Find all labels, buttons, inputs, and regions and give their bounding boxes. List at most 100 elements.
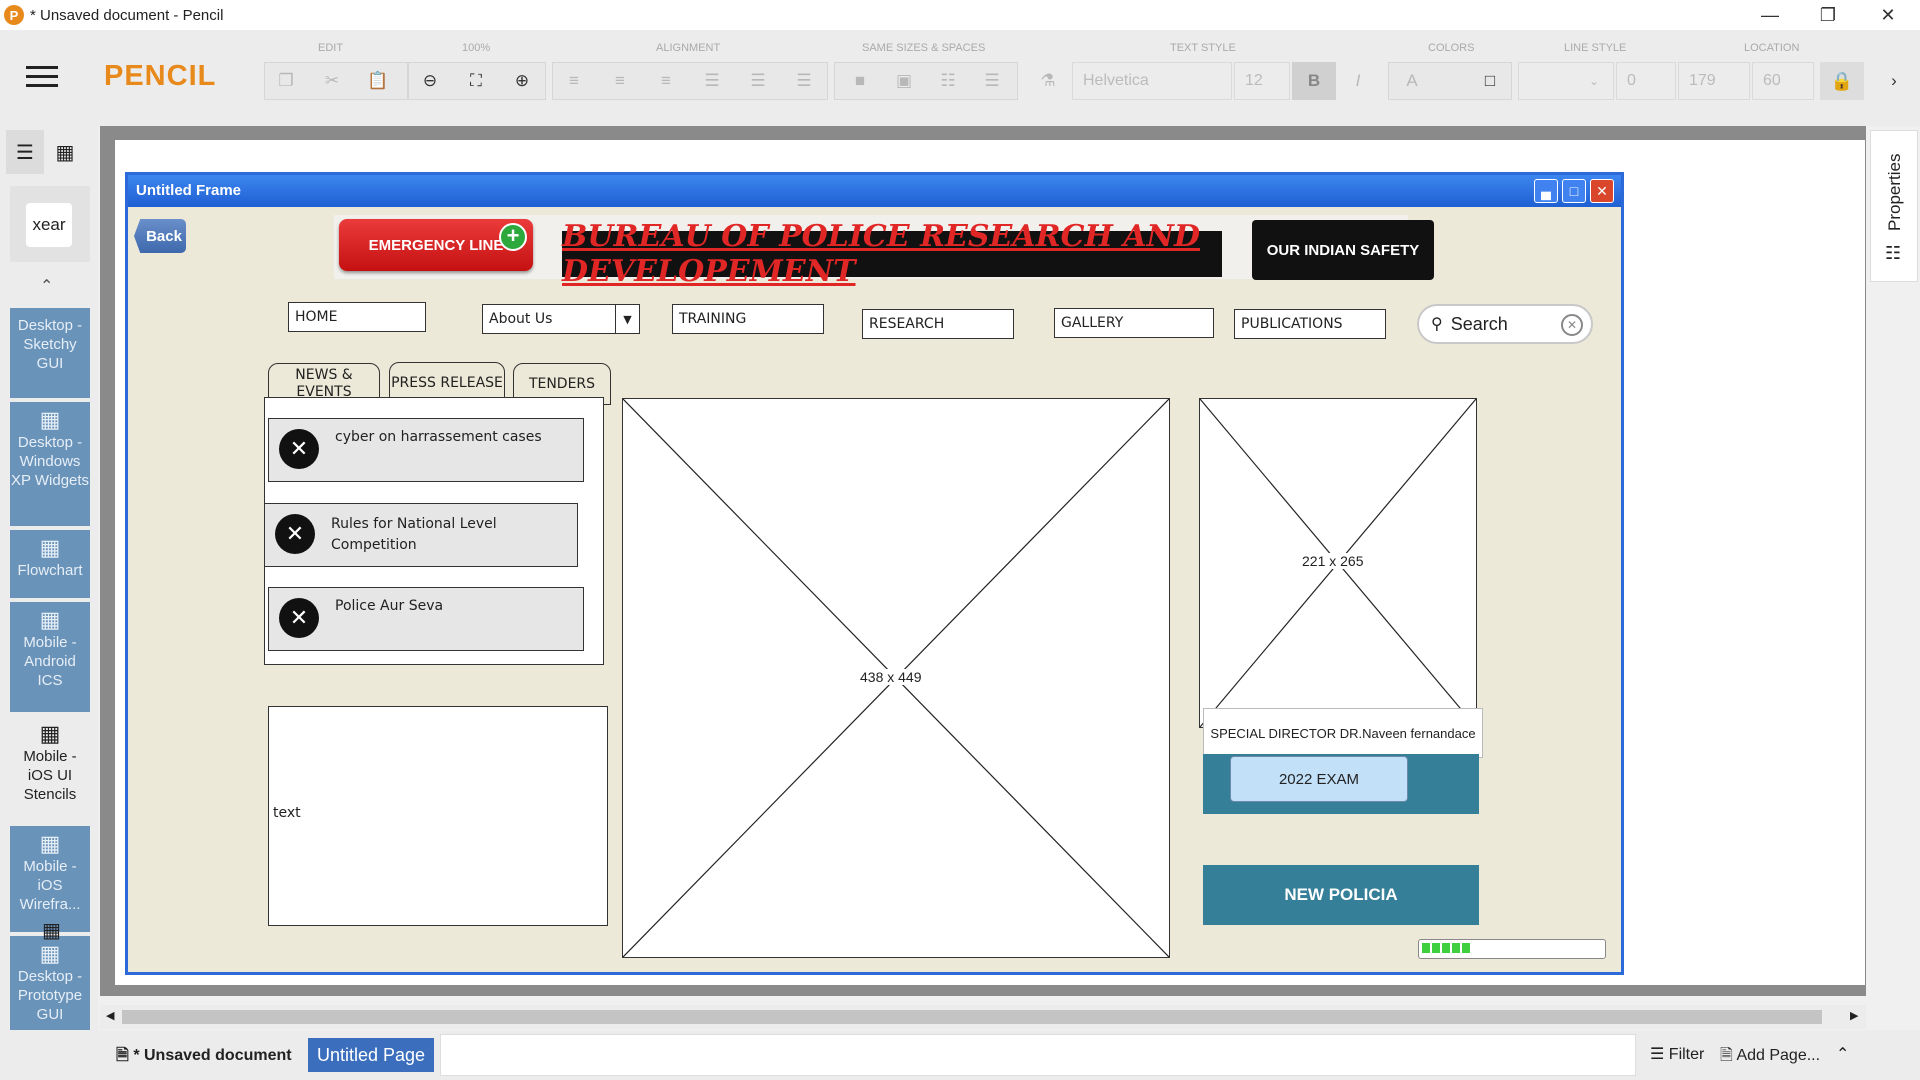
category-prototype-gui[interactable]: ▦ Desktop - Prototype GUI bbox=[10, 936, 90, 1032]
location-y-field[interactable]: 60 bbox=[1752, 62, 1814, 100]
search-field[interactable]: ⚲ Search ✕ bbox=[1417, 304, 1593, 344]
italic-button[interactable]: I bbox=[1336, 62, 1380, 100]
space-vertical-icon[interactable]: ☰ bbox=[970, 62, 1014, 100]
scroll-left-icon[interactable]: ◀ bbox=[106, 1009, 114, 1022]
align-bottom-icon[interactable]: ☰ bbox=[782, 62, 826, 100]
dropdown-arrow-icon[interactable]: ▼ bbox=[615, 305, 639, 333]
font-size-field[interactable]: 12 bbox=[1234, 62, 1290, 100]
nav-research[interactable]: RESEARCH bbox=[862, 309, 1014, 339]
filter-button[interactable]: ☰ Filter bbox=[1650, 1044, 1704, 1064]
fill-color-icon[interactable]: □ bbox=[1468, 62, 1512, 100]
news-item[interactable]: ✕ cyber on harrassement cases bbox=[268, 418, 584, 482]
location-x-field[interactable]: 179 bbox=[1678, 62, 1750, 100]
align-middle-icon[interactable]: ☰ bbox=[736, 62, 780, 100]
same-width-icon[interactable]: ■ bbox=[838, 62, 882, 100]
menu-icon[interactable] bbox=[26, 66, 58, 88]
chevron-up-icon[interactable]: ⌃ bbox=[1836, 1044, 1849, 1064]
properties-panel-tab[interactable]: Properties ☷ bbox=[1870, 130, 1918, 282]
category-label: Mobile - Android ICS bbox=[23, 634, 77, 689]
text-box[interactable]: text bbox=[268, 706, 608, 926]
align-left-icon[interactable]: ≡ bbox=[552, 62, 596, 100]
bold-button[interactable]: B bbox=[1292, 62, 1336, 100]
category-windows-xp[interactable]: ▦ Desktop - Windows XP Widgets bbox=[10, 402, 90, 526]
back-button[interactable]: Back bbox=[134, 219, 186, 253]
category-label: Desktop - Windows XP Widgets bbox=[10, 434, 90, 489]
grid-icon: ▦ bbox=[39, 721, 61, 746]
nav-about-dropdown[interactable]: About Us ▼ bbox=[482, 304, 640, 334]
our-indian-safety-button[interactable]: OUR INDIAN SAFETY bbox=[1252, 220, 1434, 280]
scrollbar-thumb[interactable] bbox=[122, 1010, 1822, 1024]
grid-icon: ▦ bbox=[39, 535, 61, 560]
sliders-icon: ☷ bbox=[1885, 243, 1902, 263]
apps-grid-icon[interactable]: ▦ bbox=[42, 918, 61, 943]
text-box-content: text bbox=[273, 805, 301, 821]
frame-minimize-icon[interactable]: ▄ bbox=[1534, 179, 1558, 203]
minimize-button[interactable]: — bbox=[1742, 0, 1798, 30]
progress-segment bbox=[1452, 943, 1460, 953]
emergency-line-button[interactable]: EMERGENCY LINE + bbox=[339, 219, 533, 271]
close-button[interactable]: ✕ bbox=[1860, 0, 1916, 30]
zoom-in-icon[interactable]: ⊕ bbox=[500, 62, 544, 100]
close-circle-icon[interactable]: ✕ bbox=[279, 598, 319, 638]
shapes-icon[interactable]: ▦ bbox=[46, 130, 84, 174]
chevron-up-icon[interactable]: ⌃ bbox=[40, 276, 53, 296]
director-caption: SPECIAL DIRECTOR DR.Naveen fernandace bbox=[1203, 708, 1483, 758]
format-painter-icon[interactable]: ⚗ bbox=[1026, 62, 1070, 100]
stencil-sidebar: ☰ ▦ xear ⌃ Desktop - Sketchy GUI ▦ Deskto… bbox=[0, 126, 98, 1036]
align-center-icon[interactable]: ≡ bbox=[598, 62, 642, 100]
frame-close-icon[interactable]: ✕ bbox=[1590, 179, 1614, 203]
space-horizontal-icon[interactable]: ☷ bbox=[926, 62, 970, 100]
close-circle-icon[interactable]: ✕ bbox=[279, 429, 319, 469]
copy-icon[interactable]: ❐ bbox=[264, 62, 308, 100]
grid-icon: ▦ bbox=[39, 831, 61, 856]
nav-gallery[interactable]: GALLERY bbox=[1054, 308, 1214, 338]
image-size-label: 221 x 265 bbox=[1302, 553, 1364, 569]
clear-search-icon[interactable]: ✕ bbox=[1561, 314, 1583, 336]
category-ios-wireframe[interactable]: ▦ Mobile - iOS Wirefra... bbox=[10, 826, 90, 932]
group-label-colors: COLORS bbox=[1428, 42, 1475, 54]
exam-button[interactable]: 2022 EXAM bbox=[1230, 756, 1408, 802]
line-width-field[interactable]: 0 bbox=[1616, 62, 1676, 100]
untitled-frame[interactable]: Untitled Frame ▄ □ ✕ Back EMERGENCY LINE… bbox=[125, 172, 1624, 975]
close-circle-icon[interactable]: ✕ bbox=[275, 514, 315, 554]
category-flowchart[interactable]: ▦ Flowchart bbox=[10, 530, 90, 598]
new-policia-button[interactable]: NEW POLICIA bbox=[1203, 865, 1479, 925]
fit-screen-icon[interactable]: ⛶ bbox=[454, 62, 498, 100]
right-image-placeholder[interactable]: 221 x 265 bbox=[1199, 398, 1477, 728]
stencil-search-input[interactable]: xear bbox=[26, 203, 72, 247]
news-item[interactable]: ✕ Police Aur Seva bbox=[268, 587, 584, 651]
filter-label: Filter bbox=[1668, 1046, 1705, 1063]
stencil-search: xear bbox=[10, 186, 90, 262]
center-image-placeholder[interactable]: 438 x 449 bbox=[622, 398, 1170, 958]
zoom-out-icon[interactable]: ⊖ bbox=[408, 62, 452, 100]
text-color-button[interactable]: A bbox=[1390, 62, 1434, 100]
page-tab-strip bbox=[440, 1034, 1636, 1076]
category-ios-ui[interactable]: ▦ Mobile - iOS UI Stencils bbox=[10, 716, 90, 822]
nav-training[interactable]: TRAINING bbox=[672, 304, 824, 334]
same-height-icon[interactable]: ▣ bbox=[882, 62, 926, 100]
paste-icon[interactable]: 📋 bbox=[356, 62, 400, 100]
group-label-line-style: LINE STYLE bbox=[1564, 42, 1627, 54]
plus-icon: + bbox=[499, 223, 527, 251]
nav-home[interactable]: HOME bbox=[288, 302, 426, 332]
nav-publications[interactable]: PUBLICATIONS bbox=[1234, 309, 1386, 339]
page-tab[interactable]: Untitled Page bbox=[308, 1038, 434, 1072]
cut-icon[interactable]: ✂ bbox=[310, 62, 354, 100]
restore-button[interactable]: ❐ bbox=[1800, 0, 1856, 30]
align-top-icon[interactable]: ☰ bbox=[690, 62, 734, 100]
add-page-button[interactable]: 🗎 Add Page... bbox=[1720, 1044, 1820, 1071]
news-item[interactable]: ✕ Rules for National Level Competition bbox=[264, 503, 578, 567]
font-family-select[interactable]: Helvetica bbox=[1072, 62, 1232, 100]
category-desktop-sketchy[interactable]: Desktop - Sketchy GUI bbox=[10, 308, 90, 398]
scroll-right-icon[interactable]: ▶ bbox=[1850, 1009, 1858, 1022]
align-right-icon[interactable]: ≡ bbox=[644, 62, 688, 100]
news-item-text: cyber on harrassement cases bbox=[335, 429, 542, 445]
line-style-select[interactable]: ⌄ bbox=[1518, 62, 1614, 100]
frame-maximize-icon[interactable]: □ bbox=[1562, 179, 1586, 203]
layers-icon[interactable]: ☰ bbox=[6, 130, 44, 174]
toolbar-more-icon[interactable]: › bbox=[1874, 62, 1914, 100]
horizontal-scrollbar[interactable]: ◀ ▶ bbox=[100, 1005, 1866, 1029]
lock-icon[interactable]: 🔒 bbox=[1820, 62, 1864, 100]
news-item-text: Rules for National Level Competition bbox=[331, 516, 497, 553]
category-android-ics[interactable]: ▦ Mobile - Android ICS bbox=[10, 602, 90, 712]
